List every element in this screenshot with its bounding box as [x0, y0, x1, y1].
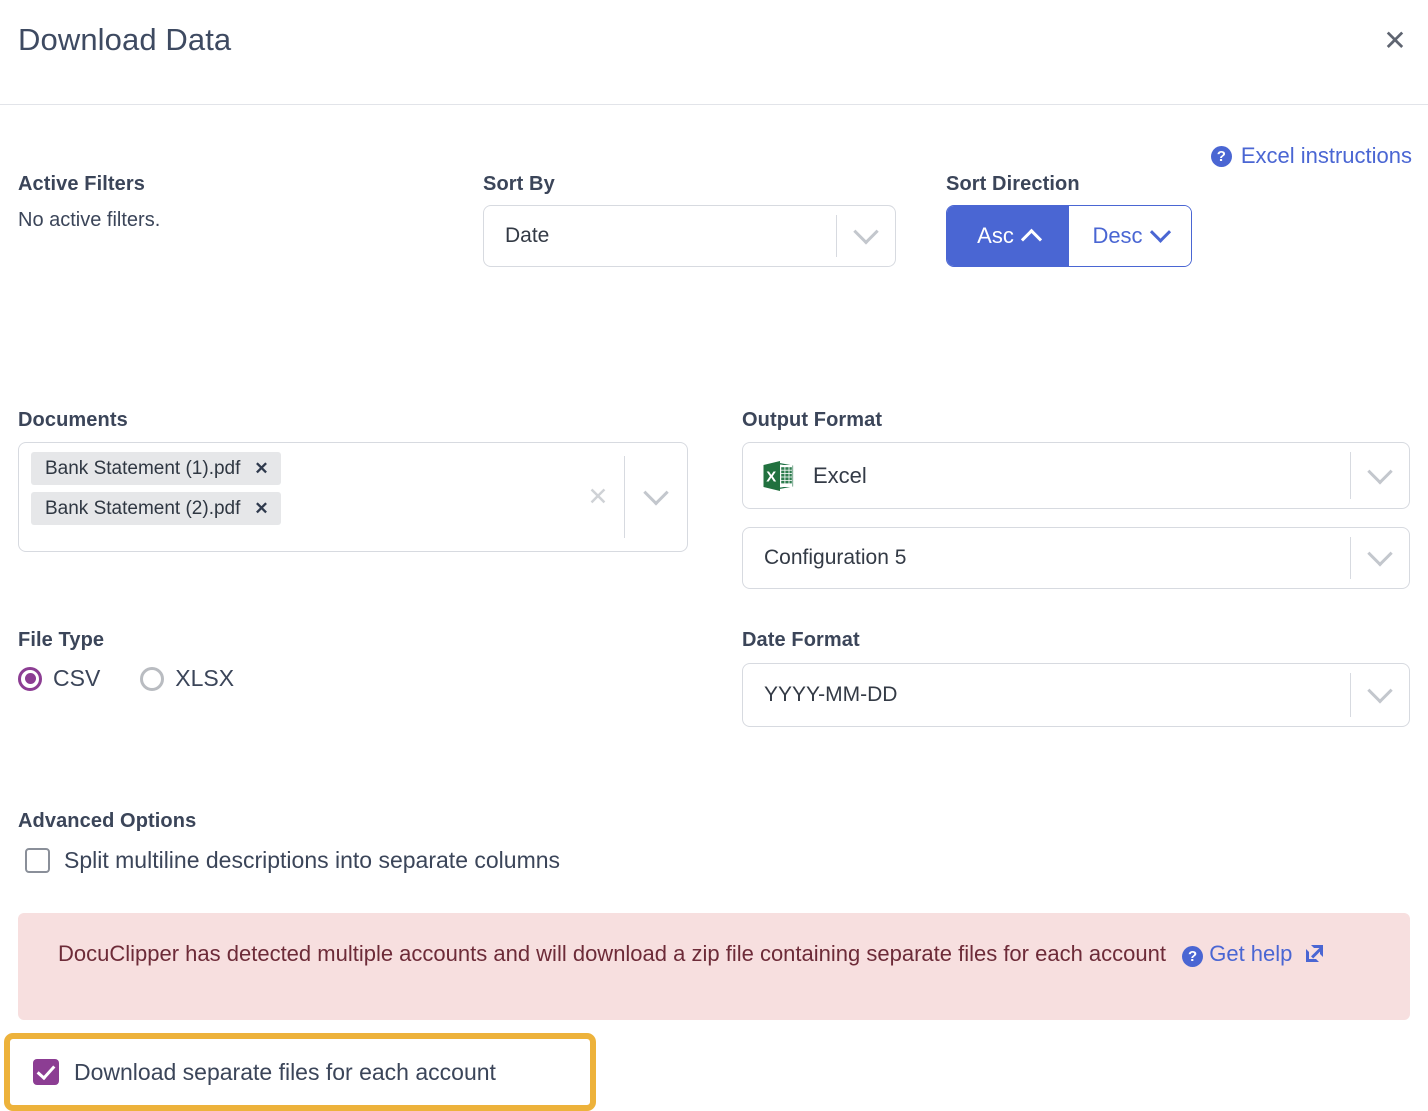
configuration-value: Configuration 5 — [764, 546, 907, 569]
external-link-icon[interactable] — [1305, 945, 1323, 962]
document-chip-label: Bank Statement (2).pdf — [45, 497, 241, 519]
chevron-down-icon[interactable] — [1351, 541, 1409, 567]
multiple-accounts-alert: DocuClipper has detected multiple accoun… — [18, 913, 1410, 1020]
separate-files-highlight[interactable]: Download separate files for each account — [4, 1033, 596, 1111]
page-title: Download Data — [18, 22, 232, 57]
sort-row: Active Filters No active filters. Sort B… — [18, 173, 1410, 293]
advanced-options-label: Advanced Options — [18, 810, 197, 832]
chevron-up-icon — [1020, 228, 1042, 250]
output-format-value: Excel — [813, 462, 867, 488]
documents-multiselect[interactable]: Bank Statement (1).pdf ✕ Bank Statement … — [18, 442, 688, 552]
sort-direction-label: Sort Direction — [946, 173, 1080, 195]
sort-asc-button[interactable]: Asc — [947, 206, 1069, 266]
chevron-down-icon[interactable] — [1351, 678, 1409, 704]
sort-direction-toggle: Asc Desc — [946, 205, 1192, 267]
separate-files-label: Download separate files for each account — [74, 1058, 496, 1085]
chevron-down-icon[interactable] — [837, 219, 895, 245]
date-format-label: Date Format — [742, 629, 860, 651]
documents-actions: ✕ — [572, 443, 687, 551]
checkbox-checked-icon[interactable] — [33, 1059, 59, 1085]
help-icon: ? — [1210, 145, 1232, 167]
file-type-csv-label: CSV — [53, 665, 101, 691]
excel-instructions-link[interactable]: ? Excel instructions — [1210, 143, 1412, 169]
remove-icon[interactable]: ✕ — [254, 459, 268, 479]
active-filters-value: No active filters. — [18, 209, 161, 231]
sort-desc-label: Desc — [1092, 223, 1143, 248]
documents-chip-list: Bank Statement (1).pdf ✕ Bank Statement … — [19, 443, 572, 551]
file-type-label: File Type — [18, 629, 105, 651]
date-format-select[interactable]: YYYY-MM-DD — [742, 663, 1410, 727]
sort-by-value: Date — [505, 224, 550, 247]
chevron-down-icon[interactable] — [1351, 458, 1409, 485]
modal-header: Download Data ✕ — [0, 0, 1428, 105]
document-chip-label: Bank Statement (1).pdf — [45, 457, 241, 479]
close-icon[interactable]: ✕ — [1378, 24, 1412, 58]
file-type-xlsx-label: XLSX — [175, 665, 235, 691]
clear-all-icon[interactable]: ✕ — [572, 443, 624, 551]
radio-unselected-icon — [140, 666, 165, 691]
file-type-radio-group: CSV XLSX — [18, 665, 234, 692]
help-icon: ? — [1182, 946, 1204, 967]
date-format-value: YYYY-MM-DD — [764, 683, 898, 706]
configuration-select[interactable]: Configuration 5 — [742, 527, 1410, 589]
output-format-select[interactable]: X Excel — [742, 442, 1410, 509]
split-multiline-checkbox-row[interactable]: Split multiline descriptions into separa… — [25, 847, 560, 874]
split-multiline-label: Split multiline descriptions into separa… — [64, 847, 561, 873]
output-format-label: Output Format — [742, 409, 883, 431]
sort-by-select[interactable]: Date — [483, 205, 896, 267]
file-type-option-csv[interactable]: CSV — [18, 665, 100, 692]
radio-selected-icon — [18, 666, 42, 691]
chevron-down-icon — [1149, 221, 1171, 243]
documents-label: Documents — [18, 409, 128, 431]
active-filters-label: Active Filters — [18, 173, 146, 195]
sort-asc-label: Asc — [977, 223, 1014, 248]
sort-desc-button[interactable]: Desc — [1069, 206, 1191, 266]
alert-text: DocuClipper has detected multiple accoun… — [58, 941, 1166, 966]
remove-icon[interactable]: ✕ — [254, 499, 268, 519]
sort-by-label: Sort By — [483, 173, 555, 195]
get-help-link[interactable]: Get help — [1209, 941, 1292, 966]
list-item[interactable]: Bank Statement (2).pdf ✕ — [31, 492, 281, 525]
checkbox-unchecked-icon[interactable] — [25, 848, 50, 873]
chevron-down-icon[interactable] — [625, 443, 687, 551]
svg-text:X: X — [766, 468, 776, 485]
file-type-option-xlsx[interactable]: XLSX — [140, 665, 234, 692]
list-item[interactable]: Bank Statement (1).pdf ✕ — [31, 452, 281, 485]
excel-instructions-label: Excel instructions — [1240, 143, 1412, 168]
excel-icon: X — [763, 460, 794, 491]
